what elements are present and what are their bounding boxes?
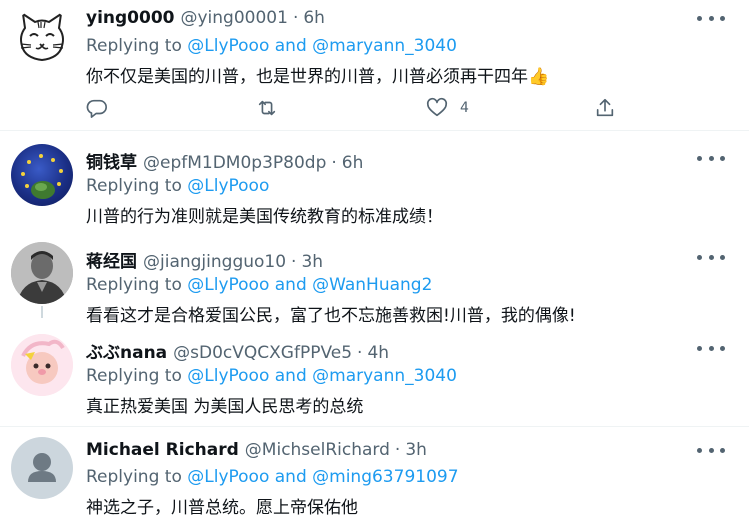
display-name[interactable]: ぶぶnana [86, 338, 167, 363]
replying-prefix: Replying to [86, 176, 188, 196]
display-name[interactable]: 铜钱草 [86, 148, 137, 173]
tweet-text: 真正热爱美国 为美国人民思考的总统 [86, 397, 364, 417]
replying-prefix: Replying to [86, 275, 188, 295]
replying-links[interactable]: @LlyPooo and @maryann_3040 [187, 36, 457, 56]
separator: · [291, 252, 297, 272]
avatar[interactable] [11, 437, 73, 499]
replying-links[interactable]: @LlyPooo and @maryann_3040 [187, 366, 457, 386]
replying-prefix: Replying to [86, 36, 188, 56]
tweet[interactable]: 铜钱草 @epfM1DM0p3P80dp · 6h Replying to @L… [0, 131, 749, 231]
timestamp[interactable]: 4h [367, 343, 389, 363]
tweet-text: 你不仅是美国的川普，也是世界的川普，川普必须再干四年👍 [86, 62, 549, 87]
avatar[interactable] [11, 8, 73, 70]
display-name[interactable]: ying0000 [86, 8, 175, 28]
tweet-header: 铜钱草 @epfM1DM0p3P80dp · 6h [86, 148, 364, 173]
more-icon[interactable] [697, 150, 725, 166]
reply-icon [86, 99, 107, 118]
cat-avatar-icon [20, 11, 64, 62]
tweet-text: 神选之子，川普总统。愿上帝保佑他 [86, 498, 358, 518]
tweet-header: ぶぶnana @sD0cVQCXGfPPVe5 · 4h [86, 338, 389, 363]
avatar[interactable] [11, 144, 73, 206]
tweet-header: 蒋经国 @jiangjingguo10 · 3h [86, 247, 323, 272]
retweet-button[interactable] [256, 95, 278, 121]
tweet[interactable]: ぶぶnana @sD0cVQCXGfPPVe5 · 4h Replying to… [0, 324, 749, 426]
share-icon [596, 98, 614, 117]
replying-to: Replying to @LlyPooo [86, 176, 269, 196]
user-handle[interactable]: @sD0cVQCXGfPPVe5 [173, 343, 352, 363]
replying-links[interactable]: @LlyPooo [187, 176, 269, 196]
replying-prefix: Replying to [86, 467, 188, 487]
timestamp[interactable]: 6h [342, 153, 364, 173]
default-avatar-icon [28, 453, 56, 482]
timestamp[interactable]: 3h [301, 252, 323, 272]
thumbs-up-emoji: 👍 [528, 67, 550, 87]
replying-to: Replying to @LlyPooo and @ming63791097 [86, 467, 459, 487]
tweet[interactable]: Michael Richard @MichselRichard · 3h Rep… [0, 427, 749, 522]
avatar[interactable] [11, 334, 73, 396]
tweet[interactable]: 蒋经国 @jiangjingguo10 · 3h Replying to @Ll… [0, 232, 749, 326]
separator: · [357, 343, 363, 363]
tweet-header: Michael Richard @MichselRichard · 3h [86, 440, 427, 462]
separator: · [331, 153, 337, 173]
replying-prefix: Replying to [86, 366, 188, 386]
replying-links[interactable]: @LlyPooo and @WanHuang2 [187, 275, 432, 295]
timestamp[interactable]: 3h [405, 440, 427, 460]
replying-to: Replying to @LlyPooo and @maryann_3040 [86, 36, 457, 56]
more-icon[interactable] [697, 249, 725, 265]
user-handle[interactable]: @jiangjingguo10 [143, 252, 286, 272]
more-icon[interactable] [697, 10, 725, 26]
replying-links[interactable]: @LlyPooo and @ming63791097 [187, 467, 458, 487]
more-icon[interactable] [697, 340, 725, 356]
tweet-text: 川普的行为准则就是美国传统教育的标准成绩！ [86, 207, 443, 227]
timestamp[interactable]: 6h [303, 8, 325, 28]
display-name[interactable]: Michael Richard [86, 440, 239, 460]
display-name[interactable]: 蒋经国 [86, 247, 137, 272]
thread-line [41, 306, 43, 318]
tweet-text: 看看这才是合格爱国公民，富了也不忘施善救困!川普，我的偶像! [86, 306, 576, 326]
like-count: 4 [460, 100, 469, 116]
retweet-icon [258, 100, 276, 116]
user-handle[interactable]: @epfM1DM0p3P80dp [143, 153, 326, 173]
tweet-text-body: 你不仅是美国的川普，也是世界的川普，川普必须再干四年 [86, 67, 528, 87]
share-button[interactable] [594, 95, 616, 121]
portrait-avatar-icon [11, 242, 73, 304]
tweet-actions: 4 [86, 95, 686, 121]
star-orb-avatar-icon [21, 154, 63, 199]
avatar[interactable] [11, 242, 73, 304]
user-handle[interactable]: @MichselRichard [245, 440, 390, 460]
separator: · [394, 440, 401, 460]
tweet-header: ying0000 @ying00001 · 6h [86, 8, 325, 30]
like-button[interactable]: 4 [426, 95, 469, 121]
replying-to: Replying to @LlyPooo and @WanHuang2 [86, 275, 432, 295]
like-icon [426, 97, 448, 117]
tweet[interactable]: ying0000 @ying00001 · 6h Replying to @Ll… [0, 0, 749, 130]
reply-button[interactable] [86, 95, 108, 121]
separator: · [292, 8, 299, 28]
user-handle[interactable]: @ying00001 [181, 8, 288, 28]
cartoon-avatar-icon [11, 334, 73, 396]
more-icon[interactable] [697, 442, 725, 458]
replying-to: Replying to @LlyPooo and @maryann_3040 [86, 366, 457, 386]
